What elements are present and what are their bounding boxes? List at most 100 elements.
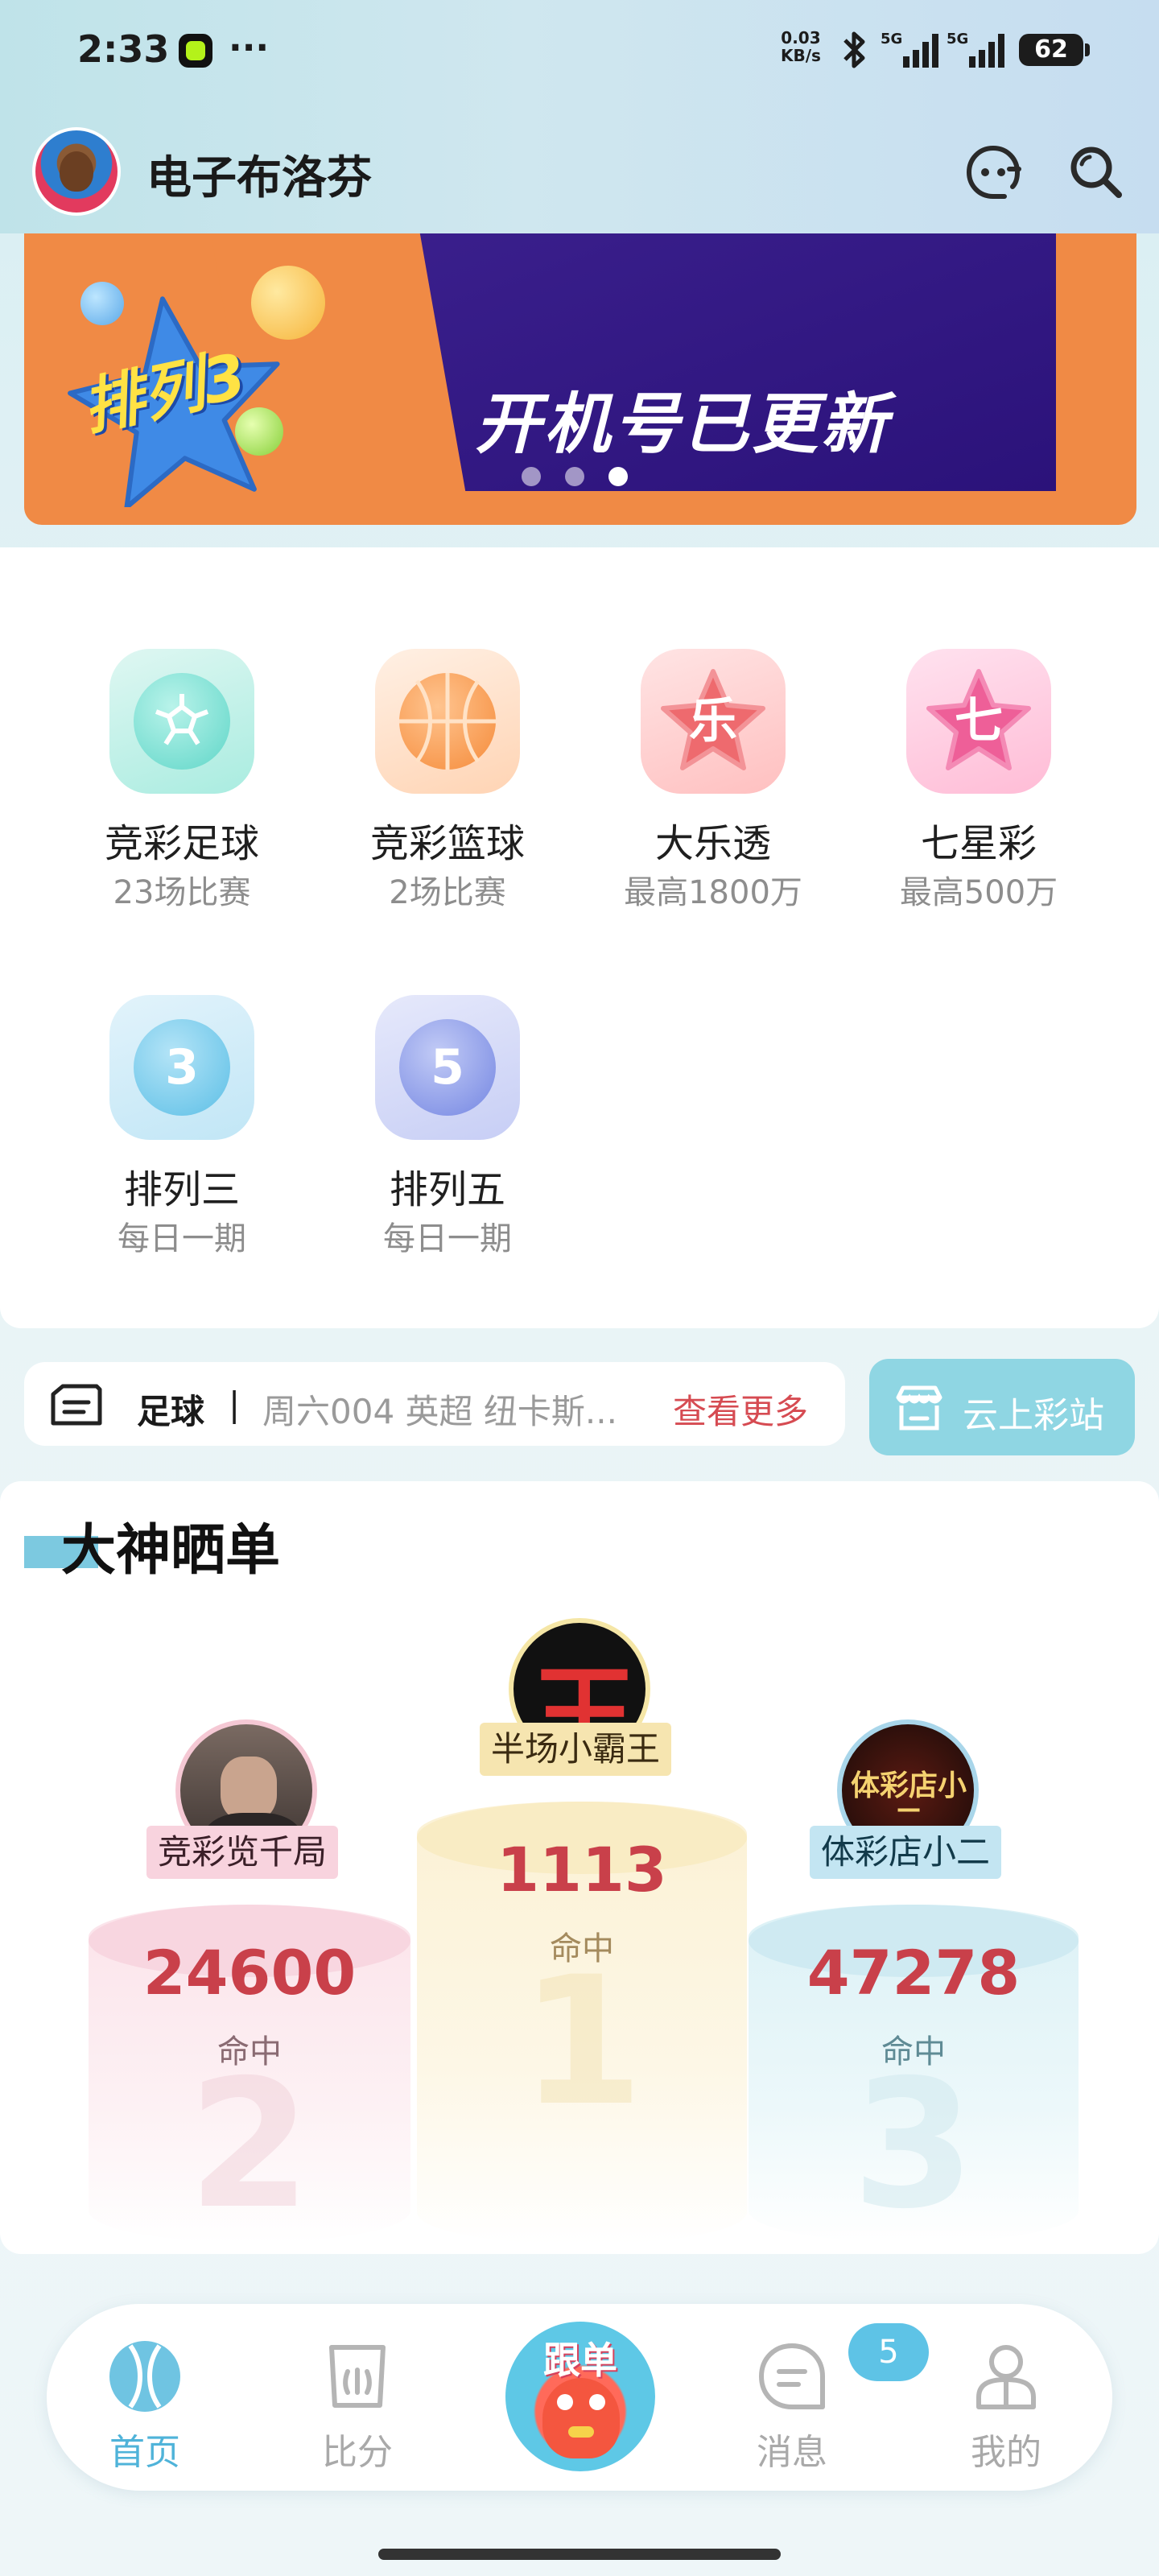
match-ticker[interactable]: 足球 | 周六004 英超 纽卡斯... 查看更多 [24,1362,845,1446]
signal-sim1-icon: 5G [881,31,938,68]
sim2-label: 5G [947,31,968,47]
category-name: 竞彩篮球 [369,821,525,866]
rank-number: 3 [852,2041,975,2248]
podium-third[interactable]: 47278 命中 3 [749,1905,1079,2248]
cloud-store-label: 云上彩站 [963,1395,1104,1436]
player-name-first[interactable]: 半场小霸王 [480,1723,672,1776]
category-name: 七星彩 [920,821,1037,866]
hit-count: 47278 [806,1937,1021,2008]
ball-glyph: 5 [431,1039,464,1096]
network-speed: 0.03 KB/s [781,29,821,64]
more-notifications-icon: ··· [229,27,270,68]
rank-number: 1 [520,1938,644,2145]
mascot-body [542,2378,620,2458]
store-icon [896,1385,942,1430]
search-icon[interactable] [1066,142,1127,203]
category-subtitle: 每日一期 [118,1220,246,1257]
category-pailie5[interactable]: 5 排列五 每日一期 [327,942,568,1264]
star-le-icon: 乐 [641,649,786,794]
ticker-sport: 足球 [137,1392,205,1431]
ball-decoration [235,407,283,456]
nav-label: 消息 [757,2432,827,2473]
nav-score[interactable]: 比分 [285,2323,430,2476]
player-name-second[interactable]: 竞彩览千局 [146,1826,339,1879]
category-qixingcai[interactable]: 七 七星彩 最高500万 [858,596,1099,918]
cloud-store-button[interactable]: 云上彩站 [869,1359,1135,1455]
lottery-category-panel: 竞彩足球 23场比赛 竞彩篮球 2场比赛 乐 大乐透 最高1800万 七 七星彩… [0,547,1159,1328]
star-qi-icon: 七 [906,649,1051,794]
nav-home[interactable]: 首页 [72,2323,217,2476]
nav-label: 我的 [971,2432,1041,2473]
network-speed-unit: KB/s [781,46,821,65]
home-gesture-bar[interactable] [378,2549,781,2560]
ticker-text: 周六004 英超 纽卡斯... [262,1392,617,1431]
basketball-lines [399,673,496,770]
category-daletou[interactable]: 乐 大乐透 最高1800万 [592,596,834,918]
bluetooth-icon [843,31,865,68]
status-time: 2:33 [77,27,170,71]
category-pailie3[interactable]: 3 排列三 每日一期 [61,942,303,1264]
ball-decoration [80,282,124,325]
status-bar: 2:33 ··· 0.03 KB/s 5G 5G 62 [0,0,1159,105]
category-football[interactable]: 竞彩足球 23场比赛 [61,596,303,918]
category-subtitle: 每日一期 [383,1220,512,1257]
profile-icon [976,2345,1036,2409]
ball-5-icon: 5 [375,995,520,1140]
basketball-icon [375,649,520,794]
sim1-label: 5G [881,31,902,47]
banner-page-dot-active[interactable] [608,467,628,486]
category-name: 大乐透 [654,821,771,866]
category-name: 排列三 [123,1167,240,1212]
promo-banner[interactable]: 2025241 开机号已更新 排列3 [24,233,1136,525]
category-subtitle: 2场比赛 [389,874,506,911]
ticker-separator: | [229,1385,241,1424]
follow-label: 跟单 [543,2339,617,2382]
category-name: 竞彩足球 [104,821,259,866]
football-icon [109,649,254,794]
app-title: 电子布洛芬 [146,152,372,204]
category-subtitle: 最高500万 [899,874,1058,911]
score-board-icon [329,2345,386,2408]
follow-order-button[interactable]: 跟单 [505,2322,655,2471]
app-logo-avatar[interactable] [32,127,121,216]
banner-page-dot[interactable] [565,467,584,486]
network-speed-value: 0.03 [781,28,821,47]
app-header: 电子布洛芬 [0,121,1159,225]
home-ball-icon [109,2341,180,2412]
message-icon [759,2343,825,2409]
section-title: 大神晒单 [61,1519,281,1583]
hit-count: 24600 [142,1937,357,2008]
notice-list-icon [51,1384,102,1426]
player-name-third[interactable]: 体彩店小二 [810,1826,1002,1879]
top-area: 2:33 ··· 0.03 KB/s 5G 5G 62 电子布洛芬 [0,0,1159,233]
podium-second[interactable]: 24600 命中 2 [89,1905,410,2248]
top-players-panel: 大神晒单 24600 命中 2 1113 命中 1 47278 命中 3 王 半… [0,1481,1159,2254]
battery-indicator: 62 [1019,34,1090,66]
category-subtitle: 最高1800万 [624,874,802,911]
category-subtitle: 23场比赛 [113,874,251,911]
rank-number: 2 [188,2041,311,2248]
star-glyph: 乐 [689,693,737,749]
nav-label: 首页 [109,2432,180,2473]
banner-pagination [522,467,628,486]
category-name: 排列五 [389,1167,505,1212]
signal-sim2-icon: 5G [947,31,1004,68]
notification-app-icon [179,34,212,68]
banner-slogan: 开机号已更新 [475,386,890,463]
ball-glyph: 3 [165,1039,199,1096]
category-basketball[interactable]: 竞彩篮球 2场比赛 [327,596,568,918]
football-pattern [155,694,209,745]
ball-decoration [251,266,325,340]
customer-service-icon[interactable] [963,142,1024,203]
nav-messages[interactable]: 消息 [720,2323,864,2476]
hit-count: 1113 [497,1834,667,1905]
star-glyph: 七 [955,693,1003,749]
bottom-navigation: 首页 比分 跟单 消息 5 我的 [47,2304,1112,2491]
message-count-badge: 5 [848,2323,929,2381]
podium-first[interactable]: 1113 命中 1 [417,1802,747,2244]
banner-page-dot[interactable] [522,467,541,486]
view-more-link[interactable]: 查看更多 [673,1385,808,1434]
ball-3-icon: 3 [109,995,254,1140]
nav-label: 比分 [322,2432,393,2473]
nav-mine[interactable]: 我的 [934,2323,1079,2476]
